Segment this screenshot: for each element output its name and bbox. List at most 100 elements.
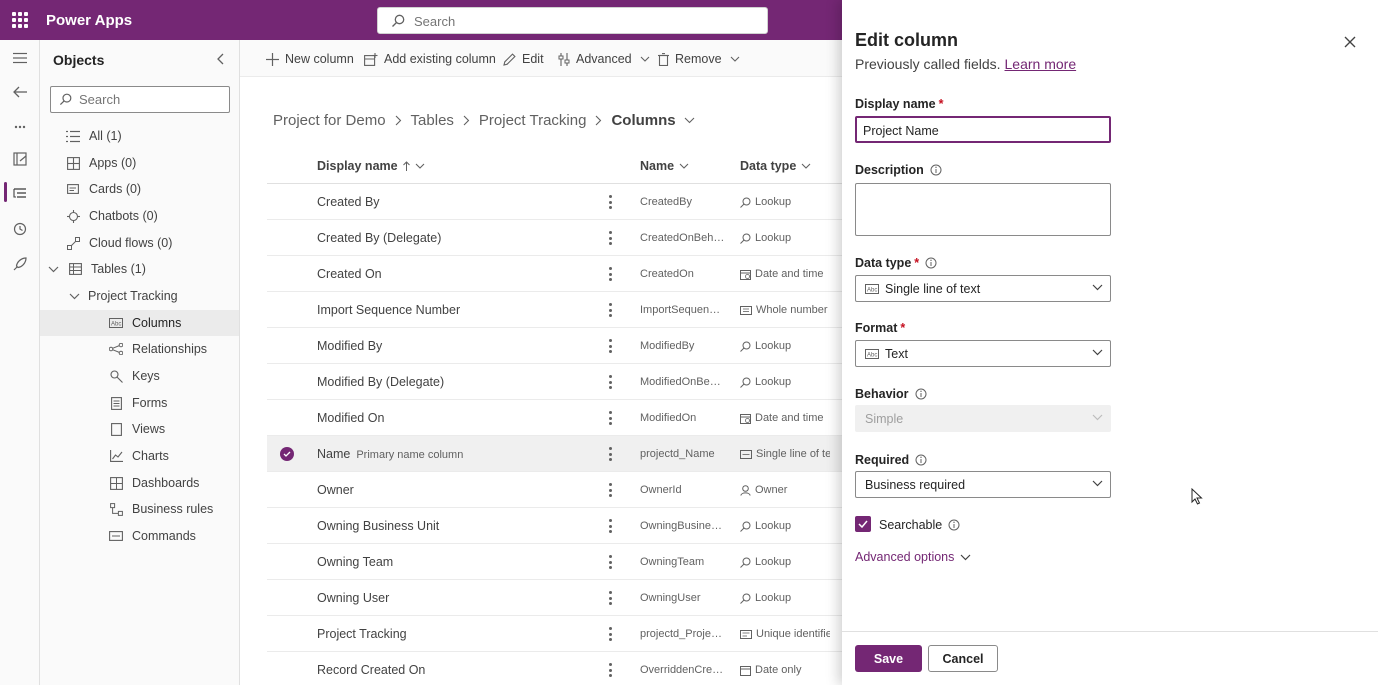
- learn-more-link[interactable]: Learn more: [1005, 56, 1077, 72]
- table-row[interactable]: Created By (Delegate) CreatedOnBehalfBy Lo…: [267, 220, 842, 256]
- tree-item-business-rules[interactable]: Business rules: [40, 496, 239, 522]
- publish-rocket-icon[interactable]: [8, 252, 32, 276]
- more-options-icon[interactable]: [8, 115, 32, 139]
- edit-button[interactable]: Edit: [503, 50, 544, 68]
- new-column-button[interactable]: New column: [266, 50, 354, 68]
- info-icon[interactable]: [925, 257, 937, 269]
- breadcrumb-current[interactable]: Columns: [611, 112, 675, 129]
- tree-item-keys[interactable]: Keys: [40, 363, 239, 389]
- table-row[interactable]: Modified By (Delegate) ModifiedOnBehalfBy…: [267, 364, 842, 400]
- column-header-data-type[interactable]: Data type: [740, 159, 811, 173]
- app-title[interactable]: Power Apps: [46, 12, 132, 29]
- table-row[interactable]: Modified On ModifiedOn Date and time: [267, 400, 842, 436]
- description-field[interactable]: [855, 183, 1111, 236]
- table-row[interactable]: Owning User OwningUser Lookup: [267, 580, 842, 616]
- global-search-input[interactable]: [414, 12, 754, 30]
- more-vertical-icon[interactable]: [606, 446, 614, 462]
- tree-item-dashboards[interactable]: Dashboards: [40, 470, 239, 496]
- display-name-field[interactable]: [855, 116, 1111, 143]
- tree-item-project-tracking[interactable]: Project Tracking: [40, 283, 239, 309]
- breadcrumb-table[interactable]: Project Tracking: [479, 112, 587, 129]
- table-row[interactable]: Record Created On OverriddenCreatedOn Date…: [267, 652, 842, 685]
- app-launcher-icon[interactable]: [12, 12, 28, 28]
- advanced-button[interactable]: Advanced: [558, 50, 656, 68]
- more-vertical-icon[interactable]: [606, 266, 614, 282]
- chevron-down-icon: [415, 163, 424, 169]
- add-existing-column-button[interactable]: Add existing column: [364, 50, 496, 68]
- searchable-checkbox[interactable]: [855, 516, 871, 532]
- more-vertical-icon[interactable]: [606, 194, 614, 210]
- history-icon[interactable]: [8, 217, 32, 241]
- format-dropdown[interactable]: Abc Text: [855, 340, 1111, 367]
- column-header-display-name[interactable]: Display name: [317, 159, 425, 173]
- active-indicator: [4, 182, 7, 202]
- row-selected-check-icon[interactable]: [280, 447, 294, 461]
- tree-item-forms[interactable]: Forms: [40, 390, 239, 416]
- more-vertical-icon[interactable]: [606, 410, 614, 426]
- back-arrow-icon[interactable]: [8, 80, 32, 104]
- breadcrumb-tables[interactable]: Tables: [411, 112, 454, 129]
- more-vertical-icon[interactable]: [606, 230, 614, 246]
- tree-item-cards[interactable]: Cards (0): [40, 176, 239, 202]
- chevron-down-icon[interactable]: [68, 290, 80, 302]
- hamburger-menu-icon[interactable]: [8, 46, 32, 70]
- row-schema-name: CreatedOnBehalfBy: [640, 232, 725, 244]
- column-header-name[interactable]: Name: [640, 159, 689, 173]
- pencil-icon: [503, 52, 516, 66]
- more-vertical-icon[interactable]: [606, 338, 614, 354]
- more-vertical-icon[interactable]: [606, 554, 614, 570]
- tree-item-views[interactable]: Views: [40, 416, 239, 442]
- tree-item-all[interactable]: All (1): [40, 123, 239, 149]
- more-vertical-icon[interactable]: [606, 374, 614, 390]
- tree-item-chatbots[interactable]: Chatbots (0): [40, 203, 239, 229]
- global-search[interactable]: [377, 7, 768, 34]
- cancel-button[interactable]: Cancel: [928, 645, 998, 672]
- table-row[interactable]: Created On CreatedOn Date and time: [267, 256, 842, 292]
- info-icon[interactable]: [915, 388, 927, 400]
- searchable-label[interactable]: Searchable: [879, 518, 960, 532]
- collapse-chevron-left-icon[interactable]: [214, 52, 228, 66]
- more-vertical-icon[interactable]: [606, 590, 614, 606]
- display-name-input[interactable]: [863, 122, 1103, 139]
- chevron-down-icon[interactable]: [47, 263, 59, 275]
- table-row[interactable]: Owning Business Unit OwningBusinessUnit Lo…: [267, 508, 842, 544]
- more-vertical-icon[interactable]: [606, 626, 614, 642]
- pages-icon[interactable]: [8, 147, 32, 171]
- table-row[interactable]: Created By CreatedBy Lookup: [267, 184, 842, 220]
- tree-item-charts[interactable]: Charts: [40, 443, 239, 469]
- table-row[interactable]: Owning Team OwningTeam Lookup: [267, 544, 842, 580]
- breadcrumb-project[interactable]: Project for Demo: [273, 112, 386, 129]
- info-icon[interactable]: [930, 164, 942, 176]
- tree-item-apps[interactable]: Apps (0): [40, 150, 239, 176]
- more-vertical-icon[interactable]: [606, 482, 614, 498]
- objects-search[interactable]: [50, 86, 230, 113]
- tree-item-relationships[interactable]: Relationships: [40, 336, 239, 362]
- chevron-right-icon: [595, 115, 602, 126]
- objects-search-input[interactable]: [79, 91, 224, 108]
- save-button[interactable]: Save: [855, 645, 922, 672]
- close-icon[interactable]: [1342, 34, 1358, 50]
- table-row[interactable]: Owner OwnerId Owner: [267, 472, 842, 508]
- advanced-options-toggle[interactable]: Advanced options: [855, 550, 971, 564]
- more-vertical-icon[interactable]: [606, 302, 614, 318]
- remove-button[interactable]: Remove: [658, 50, 746, 68]
- tree-view-icon[interactable]: [8, 181, 32, 205]
- info-icon[interactable]: [915, 454, 927, 466]
- more-vertical-icon[interactable]: [606, 518, 614, 534]
- more-vertical-icon[interactable]: [606, 662, 614, 678]
- table-row[interactable]: Modified By ModifiedBy Lookup: [267, 328, 842, 364]
- chevron-down-icon[interactable]: [684, 117, 695, 124]
- tree-item-tables[interactable]: Tables (1): [40, 256, 239, 282]
- tree-item-cloud-flows[interactable]: Cloud flows (0): [40, 230, 239, 256]
- required-dropdown[interactable]: Business required: [855, 471, 1111, 498]
- table-row[interactable]: Import Sequence Number ImportSequenceNumb…: [267, 292, 842, 328]
- row-data-type: Owner: [740, 484, 830, 496]
- description-textarea[interactable]: [856, 184, 1110, 235]
- tree-item-commands[interactable]: Commands: [40, 523, 239, 549]
- data-type-dropdown[interactable]: Abc Single line of text: [855, 275, 1111, 302]
- chevron-down-icon: [1092, 284, 1103, 291]
- table-row[interactable]: Name Primary name column projectd_Name Sing…: [267, 436, 842, 472]
- table-row[interactable]: Project Tracking projectd_ProjectTracking…: [267, 616, 842, 652]
- info-icon[interactable]: [948, 519, 960, 531]
- tree-item-columns[interactable]: Abc Columns: [40, 310, 239, 336]
